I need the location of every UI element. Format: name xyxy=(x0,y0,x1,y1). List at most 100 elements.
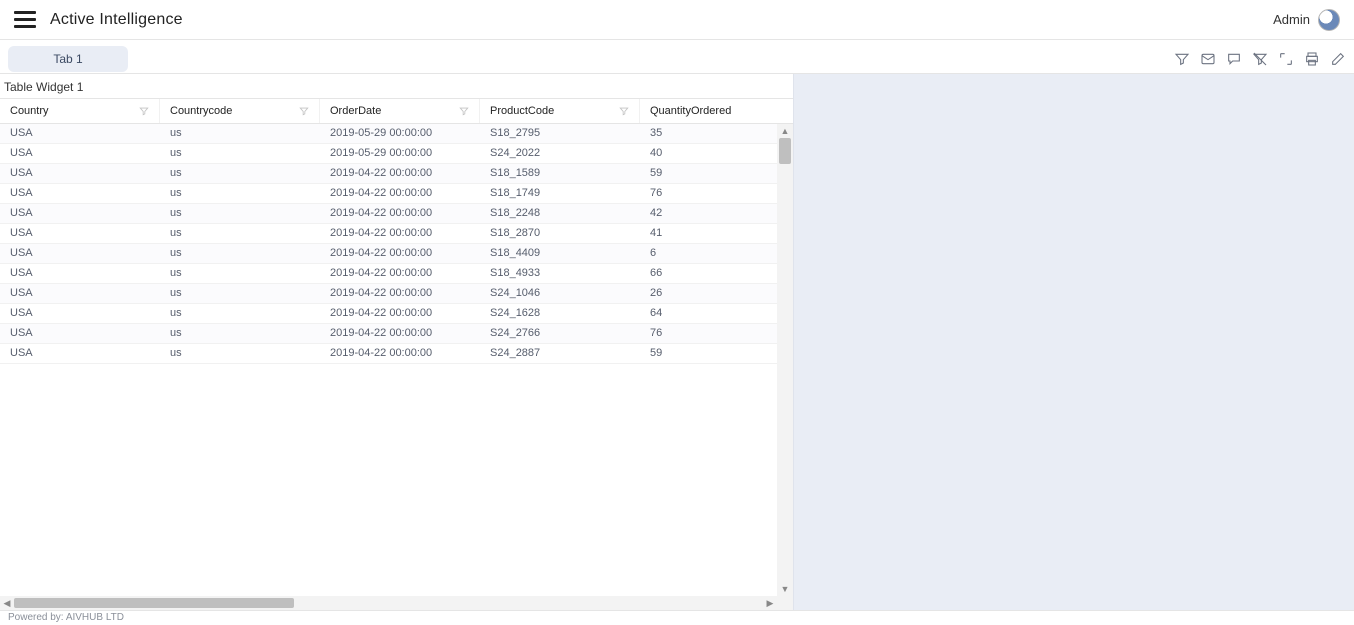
cell-code: us xyxy=(160,224,320,243)
scroll-down-icon[interactable]: ▼ xyxy=(777,582,793,596)
app-header: Active Intelligence Admin xyxy=(0,0,1354,40)
cell-code: us xyxy=(160,204,320,223)
current-user-label[interactable]: Admin xyxy=(1273,12,1310,27)
cell-country: USA xyxy=(0,164,160,183)
cell-qty: 64 xyxy=(640,304,760,323)
cell-country: USA xyxy=(0,184,160,203)
cell-code: us xyxy=(160,124,320,143)
scroll-right-icon[interactable]: ▶ xyxy=(763,596,777,610)
cell-date: 2019-04-22 00:00:00 xyxy=(320,304,480,323)
horizontal-scrollbar[interactable]: ◀ ▶ xyxy=(0,596,777,610)
cell-qty: 35 xyxy=(640,124,760,143)
cell-date: 2019-04-22 00:00:00 xyxy=(320,264,480,283)
footer-credits: Powered by: AIVHUB LTD xyxy=(0,610,1354,625)
table-row[interactable]: USAus2019-05-29 00:00:00S18_279535 xyxy=(0,124,777,144)
column-filter-icon[interactable] xyxy=(139,106,149,116)
table-row[interactable]: USAus2019-04-22 00:00:00S24_104626 xyxy=(0,284,777,304)
table-row[interactable]: USAus2019-04-22 00:00:00S24_276676 xyxy=(0,324,777,344)
table-row[interactable]: USAus2019-04-22 00:00:00S18_287041 xyxy=(0,224,777,244)
column-filter-icon[interactable] xyxy=(299,106,309,116)
mail-icon[interactable] xyxy=(1200,51,1216,67)
table-row[interactable]: USAus2019-04-22 00:00:00S18_174976 xyxy=(0,184,777,204)
hamburger-menu-icon[interactable] xyxy=(14,9,36,31)
cell-product: S24_2766 xyxy=(480,324,640,343)
cell-date: 2019-04-22 00:00:00 xyxy=(320,184,480,203)
cell-qty: 59 xyxy=(640,344,760,363)
table-row[interactable]: USAus2019-04-22 00:00:00S18_158959 xyxy=(0,164,777,184)
cell-code: us xyxy=(160,264,320,283)
cell-country: USA xyxy=(0,244,160,263)
cell-date: 2019-04-22 00:00:00 xyxy=(320,284,480,303)
cell-date: 2019-04-22 00:00:00 xyxy=(320,344,480,363)
scroll-thumb-horizontal[interactable] xyxy=(14,598,294,608)
table-row[interactable]: USAus2019-04-22 00:00:00S18_224842 xyxy=(0,204,777,224)
cell-qty: 59 xyxy=(640,164,760,183)
cell-qty: 76 xyxy=(640,324,760,343)
cell-product: S18_1589 xyxy=(480,164,640,183)
cell-date: 2019-04-22 00:00:00 xyxy=(320,244,480,263)
cell-product: S18_1749 xyxy=(480,184,640,203)
grid-body: USAus2019-05-29 00:00:00S18_279535USAus2… xyxy=(0,124,793,596)
column-header-orderdate[interactable]: OrderDate xyxy=(320,99,480,123)
cell-product: S24_2887 xyxy=(480,344,640,363)
edit-icon[interactable] xyxy=(1330,51,1346,67)
cell-qty: 42 xyxy=(640,204,760,223)
cell-date: 2019-05-29 00:00:00 xyxy=(320,124,480,143)
cell-country: USA xyxy=(0,264,160,283)
cell-product: S24_1628 xyxy=(480,304,640,323)
column-filter-icon[interactable] xyxy=(619,106,629,116)
dashboard-toolbar xyxy=(1174,51,1346,67)
cell-date: 2019-04-22 00:00:00 xyxy=(320,204,480,223)
tab-bar: Tab 1 xyxy=(0,40,1354,74)
column-filter-icon[interactable] xyxy=(459,106,469,116)
table-row[interactable]: USAus2019-04-22 00:00:00S18_493366 xyxy=(0,264,777,284)
cell-country: USA xyxy=(0,284,160,303)
cell-country: USA xyxy=(0,324,160,343)
expand-icon[interactable] xyxy=(1278,51,1294,67)
cell-code: us xyxy=(160,184,320,203)
avatar[interactable] xyxy=(1318,9,1340,31)
table-row[interactable]: USAus2019-04-22 00:00:00S24_288759 xyxy=(0,344,777,364)
cell-code: us xyxy=(160,164,320,183)
cell-country: USA xyxy=(0,144,160,163)
cell-product: S18_4409 xyxy=(480,244,640,263)
column-header-countrycode[interactable]: Countrycode xyxy=(160,99,320,123)
grid-header-row: Country Countrycode OrderDate ProductCod… xyxy=(0,98,793,124)
cell-country: USA xyxy=(0,124,160,143)
cell-country: USA xyxy=(0,204,160,223)
filter-icon[interactable] xyxy=(1174,51,1190,67)
column-label: Countrycode xyxy=(170,105,232,117)
cell-code: us xyxy=(160,304,320,323)
cell-code: us xyxy=(160,284,320,303)
print-icon[interactable] xyxy=(1304,51,1320,67)
column-header-country[interactable]: Country xyxy=(0,99,160,123)
cell-date: 2019-04-22 00:00:00 xyxy=(320,164,480,183)
cell-qty: 76 xyxy=(640,184,760,203)
cell-date: 2019-04-22 00:00:00 xyxy=(320,224,480,243)
column-header-quantityordered[interactable]: QuantityOrdered xyxy=(640,99,760,123)
scroll-up-icon[interactable]: ▲ xyxy=(777,124,793,138)
scroll-left-icon[interactable]: ◀ xyxy=(0,596,14,610)
cell-date: 2019-05-29 00:00:00 xyxy=(320,144,480,163)
column-label: Country xyxy=(10,105,49,117)
workspace: Tab 1 Table Widget 1 Country Coun xyxy=(0,40,1354,610)
chat-icon[interactable] xyxy=(1226,51,1242,67)
tab-1[interactable]: Tab 1 xyxy=(8,46,128,72)
table-row[interactable]: USAus2019-04-22 00:00:00S24_162864 xyxy=(0,304,777,324)
column-header-productcode[interactable]: ProductCode xyxy=(480,99,640,123)
clear-filter-icon[interactable] xyxy=(1252,51,1268,67)
cell-country: USA xyxy=(0,224,160,243)
column-label: ProductCode xyxy=(490,105,554,117)
cell-product: S24_1046 xyxy=(480,284,640,303)
table-row[interactable]: USAus2019-05-29 00:00:00S24_202240 xyxy=(0,144,777,164)
vertical-scrollbar[interactable]: ▲ ▼ xyxy=(777,124,793,596)
scroll-thumb-vertical[interactable] xyxy=(779,138,791,164)
cell-country: USA xyxy=(0,344,160,363)
cell-code: us xyxy=(160,244,320,263)
cell-product: S18_2870 xyxy=(480,224,640,243)
data-grid: Country Countrycode OrderDate ProductCod… xyxy=(0,98,793,610)
cell-code: us xyxy=(160,324,320,343)
table-row[interactable]: USAus2019-04-22 00:00:00S18_44096 xyxy=(0,244,777,264)
cell-product: S18_2795 xyxy=(480,124,640,143)
cell-country: USA xyxy=(0,304,160,323)
